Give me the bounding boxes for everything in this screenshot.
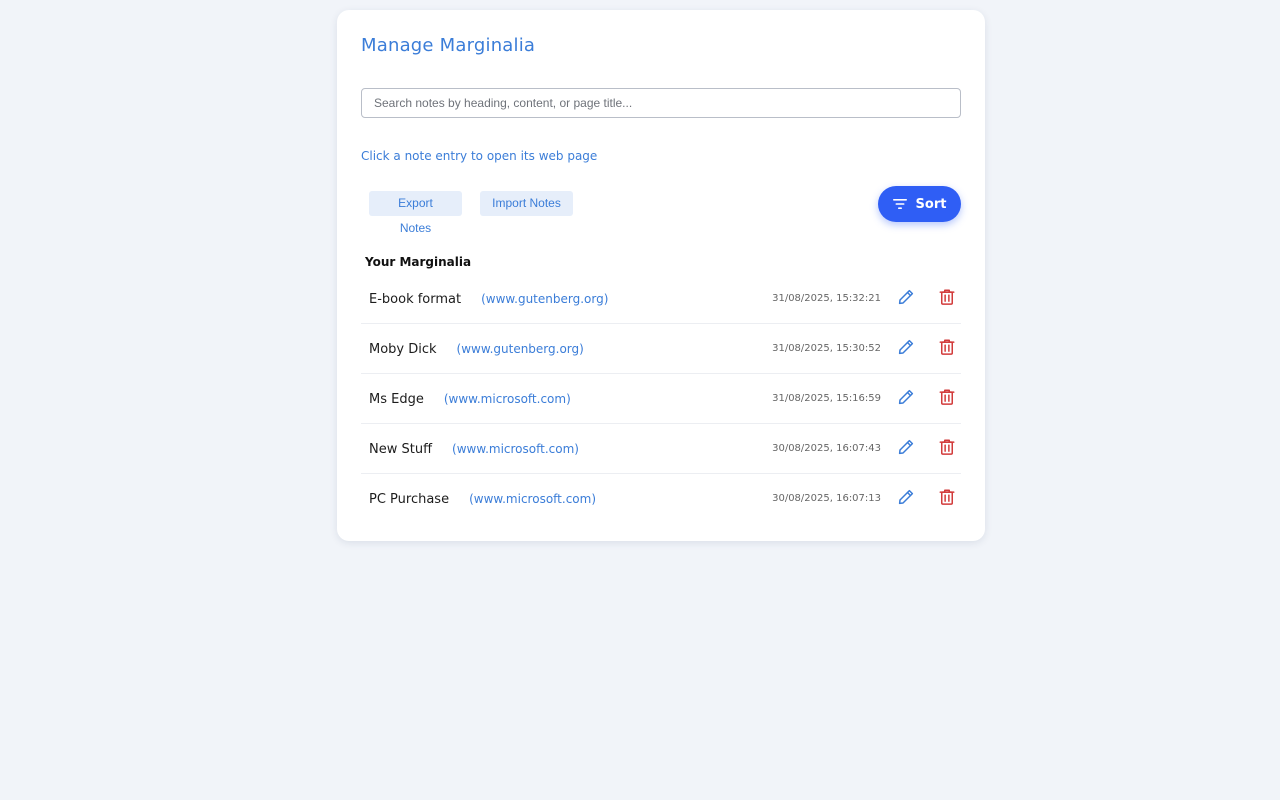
- note-site: (www.gutenberg.org): [481, 292, 609, 306]
- pencil-icon: [897, 288, 915, 310]
- delete-note-button[interactable]: [936, 338, 958, 360]
- note-entry[interactable]: PC Purchase (www.microsoft.com) 30/08/20…: [361, 474, 961, 524]
- import-notes-button[interactable]: Import Notes: [480, 191, 573, 216]
- trash-icon: [938, 288, 956, 310]
- note-heading: PC Purchase: [369, 491, 450, 507]
- notes-list: E-book format (www.gutenberg.org) 31/08/…: [361, 274, 961, 524]
- note-heading: Ms Edge: [369, 391, 424, 407]
- delete-note-button[interactable]: [936, 388, 958, 410]
- search-input[interactable]: [361, 88, 961, 118]
- export-notes-button[interactable]: Export Notes: [369, 191, 462, 235]
- note-site: (www.microsoft.com): [443, 392, 571, 406]
- note-timestamp: 30/08/2025, 16:07:43: [772, 443, 881, 454]
- note-entry[interactable]: E-book format (www.gutenberg.org) 31/08/…: [361, 274, 961, 324]
- edit-note-button[interactable]: [895, 438, 917, 460]
- delete-note-button[interactable]: [936, 488, 958, 510]
- note-entry[interactable]: Moby Dick (www.gutenberg.org) 31/08/2025…: [361, 324, 961, 374]
- open-page-hint: Click a note entry to open its web page: [361, 149, 598, 163]
- note-heading: New Stuff: [369, 441, 433, 457]
- manage-card: Manage Marginalia Click a note entry to …: [337, 10, 985, 541]
- pencil-icon: [897, 438, 915, 460]
- filter-icon: [892, 199, 907, 209]
- note-entry[interactable]: Ms Edge (www.microsoft.com) 31/08/2025, …: [361, 374, 961, 424]
- trash-icon: [938, 338, 956, 360]
- section-title: Your Marginalia: [365, 255, 472, 269]
- trash-icon: [938, 438, 956, 460]
- note-site: (www.gutenberg.org): [456, 342, 584, 356]
- note-heading: E-book format: [369, 291, 462, 307]
- sort-label: Sort: [915, 196, 947, 212]
- delete-note-button[interactable]: [936, 288, 958, 310]
- edit-note-button[interactable]: [895, 338, 917, 360]
- note-timestamp: 31/08/2025, 15:16:59: [772, 393, 881, 404]
- trash-icon: [938, 488, 956, 510]
- trash-icon: [938, 388, 956, 410]
- pencil-icon: [897, 388, 915, 410]
- edit-note-button[interactable]: [895, 388, 917, 410]
- edit-note-button[interactable]: [895, 288, 917, 310]
- note-timestamp: 30/08/2025, 16:07:13: [772, 493, 881, 504]
- pencil-icon: [897, 488, 915, 510]
- pencil-icon: [897, 338, 915, 360]
- page-title: Manage Marginalia: [361, 35, 536, 56]
- note-site: (www.microsoft.com): [469, 492, 597, 506]
- delete-note-button[interactable]: [936, 438, 958, 460]
- note-timestamp: 31/08/2025, 15:30:52: [772, 343, 881, 354]
- note-entry[interactable]: New Stuff (www.microsoft.com) 30/08/2025…: [361, 424, 961, 474]
- note-timestamp: 31/08/2025, 15:32:21: [772, 293, 881, 304]
- edit-note-button[interactable]: [895, 488, 917, 510]
- sort-button[interactable]: Sort: [878, 186, 961, 222]
- note-heading: Moby Dick: [369, 341, 437, 357]
- note-site: (www.microsoft.com): [452, 442, 579, 456]
